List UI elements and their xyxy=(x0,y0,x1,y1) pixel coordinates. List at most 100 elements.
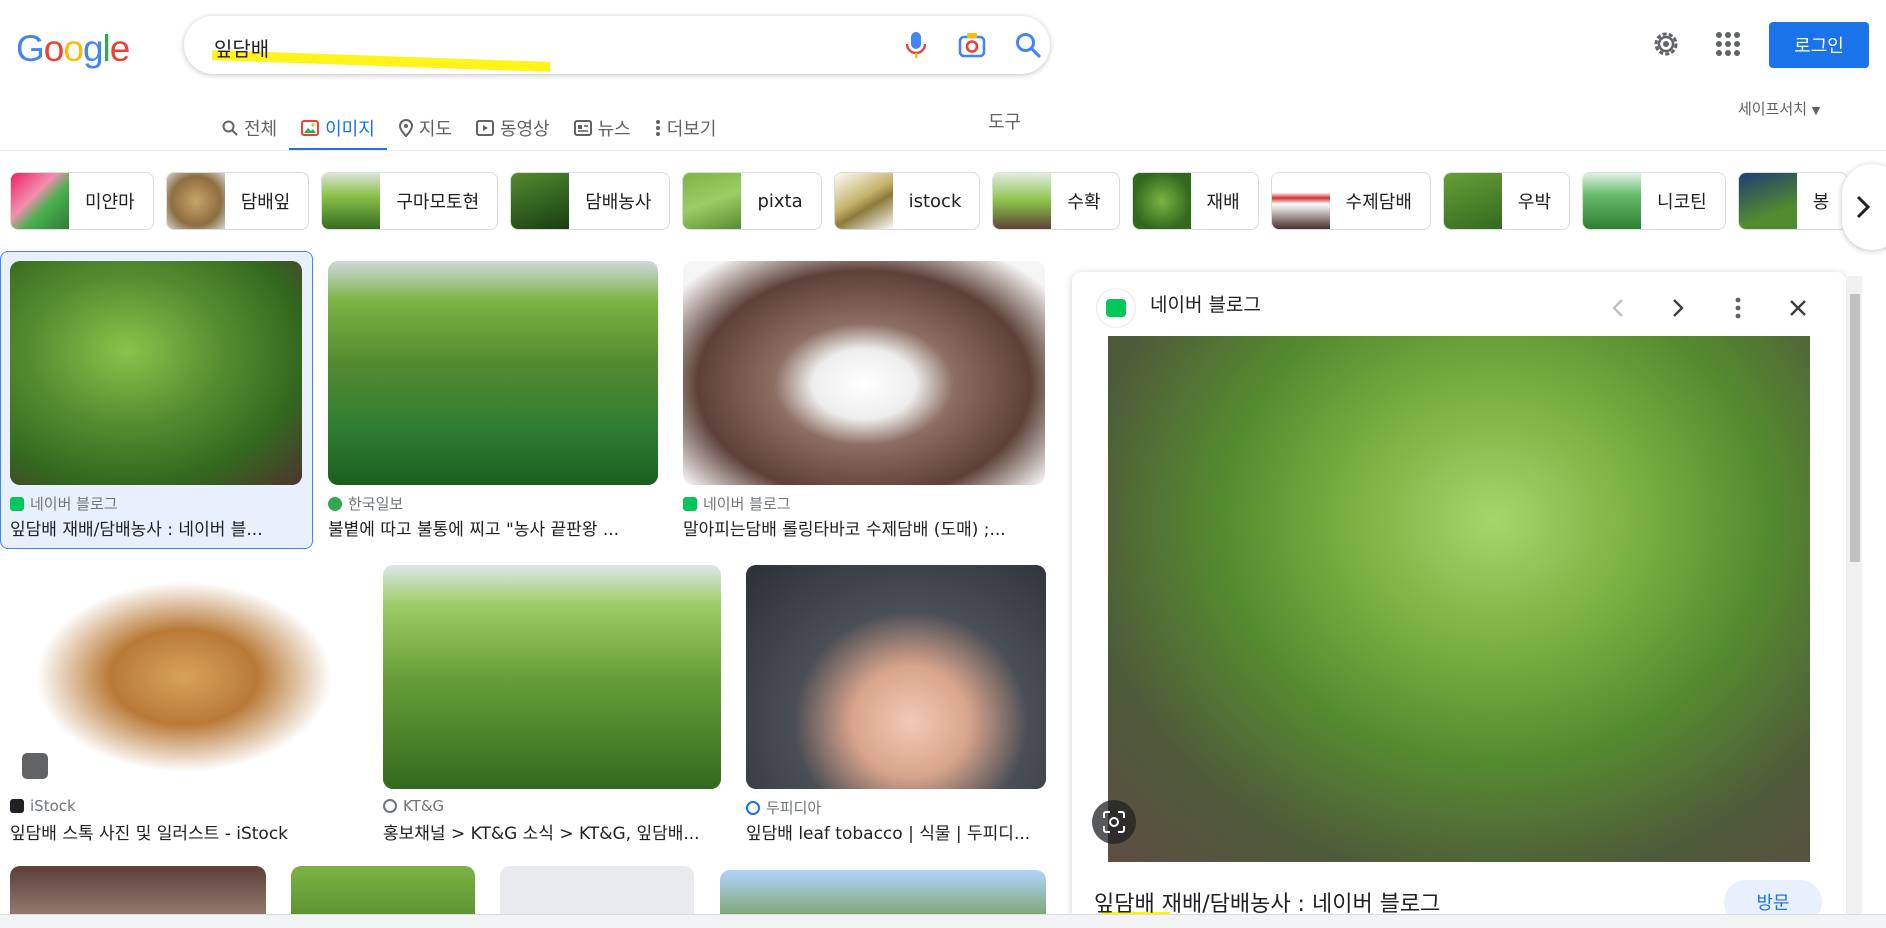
panel-scrollbar[interactable] xyxy=(1848,276,1862,928)
search-type-tabs: 전체 이미지 지도 동영상 뉴스 더보기 xyxy=(210,106,729,151)
tab-news[interactable]: 뉴스 xyxy=(562,106,643,150)
result-title[interactable]: 불볕에 따고 불통에 찌고 "농사 끝판왕 ... xyxy=(328,515,658,540)
chevron-right-icon xyxy=(1856,195,1870,219)
chip-bong[interactable]: 봉 xyxy=(1737,172,1849,230)
chip-hail[interactable]: 우박 xyxy=(1442,172,1571,230)
lens-icon xyxy=(1103,811,1125,833)
chip-handmade-cigarette[interactable]: 수제담배 xyxy=(1270,172,1431,230)
tab-label: 더보기 xyxy=(666,119,717,140)
chip-myanmar[interactable]: 미얀마 xyxy=(10,172,154,230)
chip-harvest[interactable]: 수확 xyxy=(992,172,1120,230)
play-icon xyxy=(475,120,494,136)
search-box[interactable]: 잎담배 xyxy=(184,16,1050,74)
chip-tobacco-farming[interactable]: 담배농사 xyxy=(510,172,671,230)
chip-thumbnail xyxy=(322,173,381,229)
result-source: 네이버 블로그 xyxy=(30,495,118,513)
tab-label: 전체 xyxy=(244,119,278,140)
result-source: 네이버 블로그 xyxy=(703,495,791,513)
result-image[interactable] xyxy=(683,261,1045,485)
chip-thumbnail xyxy=(993,173,1052,229)
chip-thumbnail xyxy=(511,173,570,229)
result-source: 두피디아 xyxy=(766,799,822,817)
more-options-button[interactable] xyxy=(1718,288,1758,328)
result-source: KT&G xyxy=(403,797,445,815)
header-divider xyxy=(0,150,1886,151)
login-button[interactable]: 로그인 xyxy=(1769,22,1869,68)
chip-thumbnail xyxy=(683,173,742,229)
chip-thumbnail xyxy=(1271,173,1330,229)
result-image[interactable] xyxy=(10,261,302,485)
image-badge-icon xyxy=(22,753,48,779)
tab-more[interactable]: 더보기 xyxy=(643,106,729,150)
chips-next-button[interactable] xyxy=(1842,164,1886,250)
naver-blog-icon xyxy=(10,496,24,511)
tab-images[interactable]: 이미지 xyxy=(289,106,387,151)
chip-cultivation[interactable]: 재배 xyxy=(1131,172,1259,230)
panel-source[interactable]: 네이버 블로그 xyxy=(1150,290,1261,317)
naver-blog-icon xyxy=(683,496,697,511)
microphone-icon[interactable] xyxy=(900,29,932,61)
result-title[interactable]: 잎담배 재배/담배농사 : 네이버 블... xyxy=(10,515,302,540)
dropdown-arrow-icon: ▼ xyxy=(1811,104,1821,117)
search-icon[interactable] xyxy=(1012,29,1044,61)
more-vert-icon xyxy=(1735,297,1741,319)
result-title[interactable]: 말아피는담배 롤링타바코 수제담배 (도매) ;... xyxy=(683,515,1045,540)
map-pin-icon xyxy=(398,119,413,137)
chip-kumamoto[interactable]: 구마모토현 xyxy=(321,172,499,230)
chip-thumbnail xyxy=(1443,173,1502,229)
safesearch-label: 세이프서치 xyxy=(1738,100,1808,118)
naver-blog-icon xyxy=(1106,299,1126,317)
lens-search-button[interactable] xyxy=(1092,800,1136,844)
news-icon xyxy=(573,120,592,136)
naver-blog-favicon xyxy=(1096,288,1136,328)
tab-videos[interactable]: 동영상 xyxy=(464,106,562,150)
chip-nicotine[interactable]: 니코틴 xyxy=(1582,172,1726,230)
chip-thumbnail xyxy=(166,173,225,229)
result-title[interactable]: 잎담배 leaf tobacco | 식물 | 두피디... xyxy=(746,819,1046,844)
next-button[interactable] xyxy=(1658,288,1698,328)
chip-istock[interactable]: istock xyxy=(833,172,981,230)
doopedia-icon xyxy=(746,800,760,815)
search-input[interactable]: 잎담배 xyxy=(214,33,269,62)
result-title[interactable]: 잎담배 스톡 사진 및 일러스트 - iStock xyxy=(10,819,358,844)
person-icon xyxy=(328,496,342,511)
chip-pixta[interactable]: pixta xyxy=(682,172,822,230)
scrollbar-thumb[interactable] xyxy=(1850,294,1860,562)
google-image-search-page: Google 잎담배 로그인 전체 이미지 지도 동영상 뉴스 더보기 도구 세… xyxy=(0,0,1886,928)
tools-button[interactable]: 도구 xyxy=(988,108,1021,134)
chip-thumbnail xyxy=(1583,173,1642,229)
result-image[interactable] xyxy=(746,565,1046,789)
google-logo[interactable]: Google xyxy=(16,28,130,70)
result-source: 한국일보 xyxy=(348,495,404,513)
tab-label: 동영상 xyxy=(499,119,550,140)
chip-thumbnail xyxy=(11,173,69,229)
chevron-right-icon xyxy=(1673,299,1684,317)
window-bottom-edge xyxy=(0,914,1886,928)
search-icon xyxy=(222,120,238,136)
safesearch-dropdown[interactable]: 세이프서치 ▼ xyxy=(1738,98,1820,119)
apps-grid-icon[interactable] xyxy=(1712,28,1744,60)
close-button[interactable] xyxy=(1778,288,1818,328)
camera-search-icon[interactable] xyxy=(956,29,988,61)
close-icon xyxy=(1790,300,1806,316)
chevron-left-icon xyxy=(1612,299,1623,317)
tab-maps[interactable]: 지도 xyxy=(387,106,464,150)
preview-image[interactable] xyxy=(1108,336,1810,862)
result-image[interactable] xyxy=(10,565,358,789)
prev-button[interactable] xyxy=(1598,288,1638,328)
related-search-chips: 미얀마 담배잎 구마모토현 담배농사 pixta istock 수확 재배 수제… xyxy=(10,172,1849,230)
chip-thumbnail xyxy=(1738,173,1797,229)
result-image[interactable] xyxy=(383,565,721,789)
image-icon xyxy=(301,120,320,136)
tab-label: 이미지 xyxy=(325,119,375,140)
result-image[interactable] xyxy=(328,261,658,485)
tab-label: 지도 xyxy=(418,119,452,140)
globe-icon xyxy=(383,799,397,813)
chip-tobacco-leaf[interactable]: 담배잎 xyxy=(165,172,310,230)
image-preview-panel: 네이버 블로그 잎담배 재배/담배농사 : 네이버 블로그 방문 xyxy=(1072,272,1846,928)
result-title[interactable]: 홍보채널 > KT&G 소식 > KT&G, 잎담배... xyxy=(383,819,721,844)
tab-label: 뉴스 xyxy=(597,119,631,140)
tab-all[interactable]: 전체 xyxy=(210,106,289,150)
settings-gear-icon[interactable] xyxy=(1650,28,1682,60)
more-vert-icon xyxy=(655,120,660,136)
